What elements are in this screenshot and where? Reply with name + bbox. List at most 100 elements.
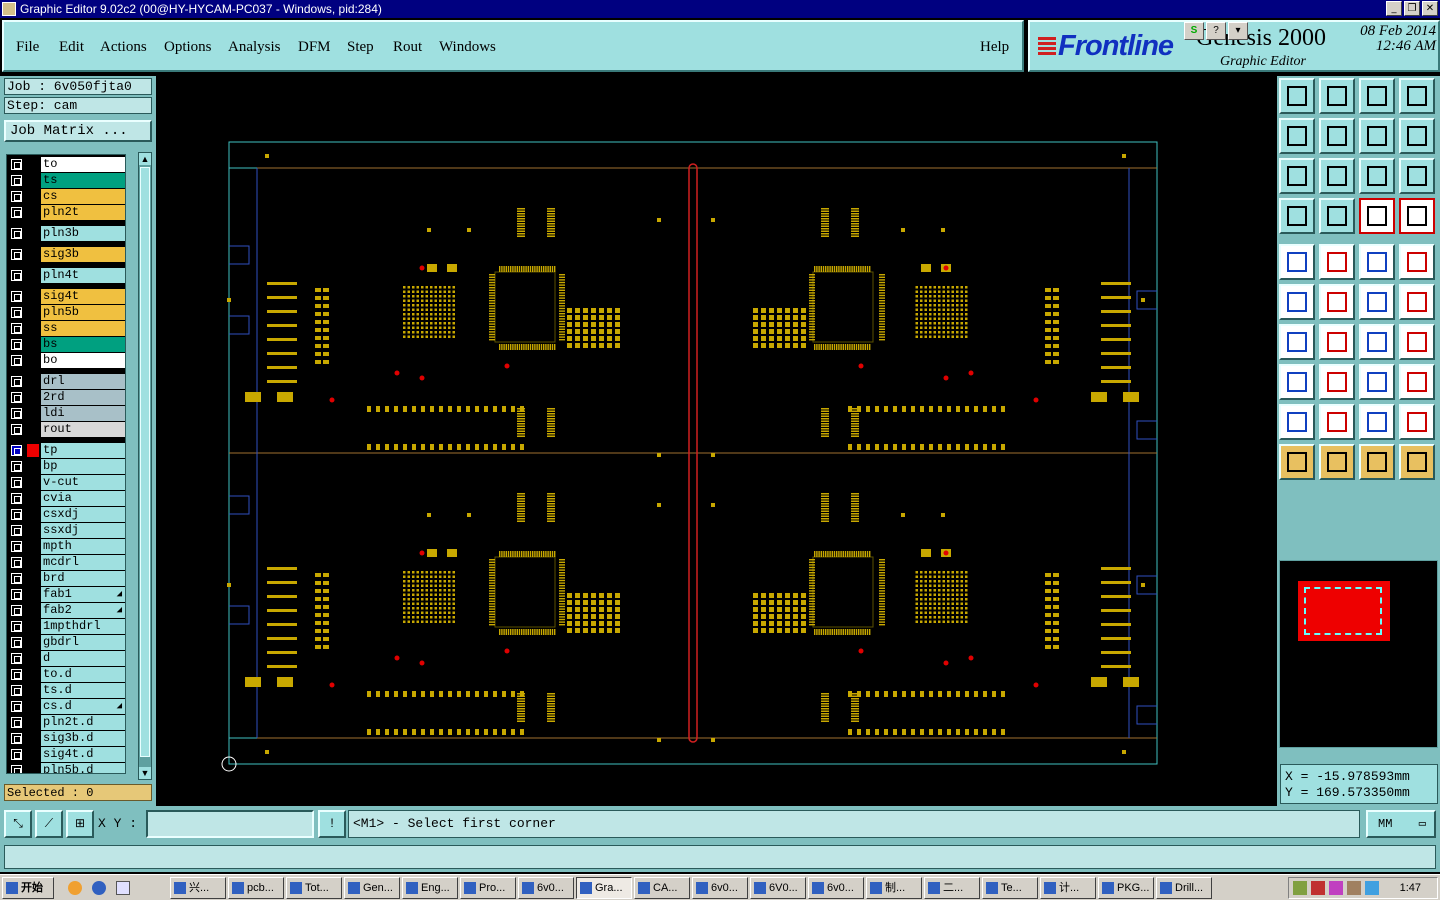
layer-checkbox[interactable] <box>11 733 22 744</box>
layer-row[interactable]: pln2t.d <box>7 715 125 730</box>
layer-row[interactable]: csxdj <box>7 507 125 522</box>
layer-checkbox[interactable] <box>11 159 22 170</box>
minus-icon[interactable] <box>1319 364 1355 400</box>
taskbar-item[interactable]: 6V0... <box>750 877 806 899</box>
layer-row[interactable]: ss <box>7 321 125 336</box>
taskbar-item[interactable]: 6v0... <box>808 877 864 899</box>
tray-icon[interactable] <box>1347 881 1361 895</box>
menu-edit[interactable]: Edit <box>59 39 84 56</box>
layer-name[interactable]: pln2t <box>41 205 125 220</box>
layer-checkbox[interactable] <box>11 408 22 419</box>
scroll-up-icon[interactable]: ▲ <box>139 153 151 165</box>
connect-icon[interactable] <box>1279 284 1315 320</box>
taskbar-item[interactable]: pcb... <box>228 877 284 899</box>
start-button[interactable]: 开始 <box>2 877 54 899</box>
pan-up-icon[interactable] <box>1279 78 1315 114</box>
layer-checkbox[interactable] <box>11 685 22 696</box>
layer-checkbox[interactable] <box>11 291 22 302</box>
layer-name[interactable]: pln3b <box>41 226 125 241</box>
close-button[interactable]: ✕ <box>1422 1 1438 16</box>
taskbar-item[interactable]: 兴... <box>170 877 226 899</box>
layer-checkbox[interactable] <box>11 461 22 472</box>
taskbar-item[interactable]: Drill... <box>1156 877 1212 899</box>
layer-name[interactable]: mpth <box>41 539 125 554</box>
tray-icon[interactable] <box>1365 881 1379 895</box>
clock-icon[interactable] <box>68 881 82 895</box>
layer-name[interactable]: pln4t <box>41 268 125 283</box>
rotate-icon[interactable] <box>1359 324 1395 360</box>
layer-checkbox[interactable] <box>11 376 22 387</box>
layer-name[interactable]: ldi <box>41 406 125 421</box>
layer-name[interactable]: ts.d <box>41 683 125 698</box>
layer-row[interactable]: pln4t <box>7 268 125 283</box>
taskbar-item[interactable]: Tot... <box>286 877 342 899</box>
pointer-select-icon[interactable] <box>1359 444 1395 480</box>
zoom-area-icon[interactable]: ⤡ <box>4 810 32 838</box>
doc-icon[interactable] <box>116 881 130 895</box>
layers-toggle-icon[interactable] <box>1359 198 1395 234</box>
layer-row[interactable]: ssxdj <box>7 523 125 538</box>
lines-icon[interactable] <box>1279 198 1315 234</box>
layer-row[interactable]: rout <box>7 422 125 437</box>
layers-select-icon[interactable] <box>1399 198 1435 234</box>
taskbar-item[interactable]: Eng... <box>402 877 458 899</box>
taskbar-item[interactable]: CA... <box>634 877 690 899</box>
layer-row[interactable]: fab1 ◢ <box>7 587 125 602</box>
layer-row[interactable]: pln5b <box>7 305 125 320</box>
layer-checkbox[interactable] <box>11 669 22 680</box>
triangle-icon[interactable] <box>1279 404 1315 440</box>
layer-name[interactable]: ts <box>41 173 125 188</box>
query-icon[interactable] <box>1399 158 1435 194</box>
pan-left-icon[interactable] <box>1279 118 1315 154</box>
line-node-icon[interactable] <box>1359 284 1395 320</box>
measure-icon[interactable]: ⟋ <box>35 810 63 838</box>
angle-icon[interactable] <box>1279 324 1315 360</box>
layer-name[interactable]: fab2 ◢ <box>41 603 125 618</box>
circle-icon[interactable] <box>1399 244 1435 280</box>
help-icon[interactable]: ? <box>1206 22 1226 40</box>
layer-name[interactable]: sig4t <box>41 289 125 304</box>
layer-checkbox[interactable] <box>11 749 22 760</box>
scale-1-2-icon[interactable] <box>1359 158 1395 194</box>
undo-view-icon[interactable] <box>1359 118 1395 154</box>
layer-name[interactable]: fab1 ◢ <box>41 587 125 602</box>
layer-checkbox[interactable] <box>11 653 22 664</box>
layer-name[interactable]: gbdrl <box>41 635 125 650</box>
layer-row[interactable]: d <box>7 651 125 666</box>
layer-name[interactable]: sig3b <box>41 247 125 262</box>
message-input[interactable] <box>4 845 1436 869</box>
info-icon[interactable]: ! <box>318 810 346 838</box>
layer-checkbox[interactable] <box>11 573 22 584</box>
layer-name[interactable]: to <box>41 157 125 172</box>
layer-checkbox[interactable] <box>11 701 22 712</box>
redraw-icon[interactable] <box>1399 118 1435 154</box>
layer-name[interactable]: pln5b.d <box>41 763 125 773</box>
layer-row[interactable]: pln5b.d <box>7 763 125 773</box>
layer-row[interactable]: ts <box>7 173 125 188</box>
taskbar-item[interactable]: PKG... <box>1098 877 1154 899</box>
layer-checkbox[interactable] <box>11 392 22 403</box>
layer-checkbox[interactable] <box>11 175 22 186</box>
layer-row[interactable]: bp <box>7 459 125 474</box>
taskbar-item[interactable]: Pro... <box>460 877 516 899</box>
layer-row[interactable]: fab2 ◢ <box>7 603 125 618</box>
dropdown-icon[interactable]: ▾ <box>1228 22 1248 40</box>
layer-row[interactable]: 1mpthdrl <box>7 619 125 634</box>
tray-icon[interactable] <box>1311 881 1325 895</box>
pad-add-icon[interactable] <box>1279 364 1315 400</box>
tray-icon[interactable] <box>1293 881 1307 895</box>
layer-checkbox[interactable] <box>11 249 22 260</box>
layer-checkbox[interactable] <box>11 493 22 504</box>
menu-help[interactable]: Help <box>980 39 1009 56</box>
ruler-icon[interactable] <box>1359 244 1395 280</box>
layer-name[interactable]: drl <box>41 374 125 389</box>
layer-checkbox[interactable] <box>11 270 22 281</box>
layer-name[interactable]: ss <box>41 321 125 336</box>
graphic-canvas[interactable] <box>157 76 1275 806</box>
layer-name[interactable]: to.d <box>41 667 125 682</box>
layer-row[interactable]: bo <box>7 353 125 368</box>
layer-row[interactable]: ldi <box>7 406 125 421</box>
layer-checkbox[interactable] <box>11 541 22 552</box>
menu-analysis[interactable]: Analysis <box>228 39 281 56</box>
layer-row[interactable]: mpth <box>7 539 125 554</box>
